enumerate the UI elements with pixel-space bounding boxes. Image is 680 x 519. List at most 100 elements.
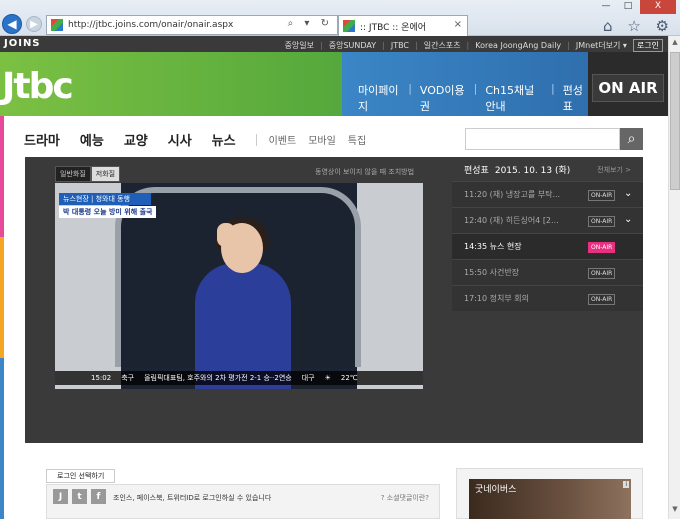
menu-news[interactable]: 뉴스	[212, 130, 236, 149]
schedule-item[interactable]: 17:10 정치부 회의 ON-AIR	[452, 285, 643, 311]
ticker-category: 축구	[121, 374, 135, 382]
onair-badge: ON-AIR	[588, 190, 616, 201]
chevron-down-icon[interactable]: ⌄	[624, 214, 632, 225]
social-icons: J t f	[53, 489, 106, 504]
schedule-item-text: 17:10 정치부 회의	[464, 294, 529, 303]
login-button[interactable]: 로그인	[632, 39, 663, 52]
header-onair-area: ON AIR	[588, 52, 668, 116]
link-kjd[interactable]: Korea JoongAng Daily	[475, 41, 561, 50]
onair-button[interactable]: ON AIR	[592, 74, 664, 102]
color-strip	[0, 116, 4, 519]
link-sunday[interactable]: 중앙SUNDAY	[329, 40, 376, 51]
ad-info-icon[interactable]: i	[623, 481, 629, 488]
joins-icon[interactable]: J	[53, 489, 68, 504]
link-more[interactable]: JMnet더보기 ▾	[576, 40, 627, 51]
facebook-icon[interactable]: f	[91, 489, 106, 504]
main-menu: 드라마 예능 교양 시사 뉴스 이벤트 모바일 특집	[24, 130, 378, 149]
link-mypage[interactable]: 마이페이지	[358, 82, 400, 114]
link-schedule[interactable]: 편성표	[563, 82, 588, 114]
search-refresh-icon[interactable]: ⌕ ▾ ↻	[288, 18, 333, 29]
search-icon[interactable]: ⌕	[620, 128, 643, 150]
scroll-thumb[interactable]	[670, 52, 680, 190]
link-ilgan[interactable]: 일간스포츠	[424, 40, 461, 51]
schedule-item[interactable]: 12:40 (재) 히든싱어4 [2... ON-AIR ⌄	[452, 207, 643, 233]
ticker-city: 대구	[301, 374, 315, 382]
site-header: Jtbc 마이페이지 | VOD이용권 | Ch15채널안내 | 편성표 ON AIR	[0, 52, 668, 116]
browser-tab[interactable]: :: JTBC :: 온에어 ×	[338, 15, 468, 36]
search-input[interactable]	[465, 128, 620, 150]
link-joongang[interactable]: 중앙일보	[285, 40, 314, 51]
schedule-title: 편성표	[464, 165, 489, 176]
close-button[interactable]: X	[640, 0, 676, 14]
video-help-link[interactable]: 동영상이 보이지 않을 때 조치방법	[315, 167, 414, 177]
news-ticker: 15:02 축구 올림픽대표팀, 호주와의 2차 평가전 2-1 승··2연승 …	[55, 371, 423, 385]
ad-banner[interactable]: 굿네이버스 i	[469, 479, 631, 519]
schedule-item-text: 14:35 뉴스 현장	[464, 242, 522, 251]
schedule-item[interactable]: 11:20 (재) 냉장고를 부탁... ON-AIR ⌄	[452, 181, 643, 207]
ad-brand: 굿네이버스	[475, 485, 517, 495]
social-help-link[interactable]: ? 소셜댓글이란?	[381, 493, 429, 503]
page-scrollbar[interactable]: ▲ ▼	[668, 36, 680, 519]
waving-hand	[217, 223, 235, 247]
header-links-area: 마이페이지 | VOD이용권 | Ch15채널안내 | 편성표	[342, 52, 588, 116]
social-login-text: 조인스, 페이스북, 트위터ID로 로그인하실 수 있습니다	[113, 494, 272, 502]
minimize-button[interactable]: —	[596, 0, 616, 14]
login-tooltip: 로그인 선택하기	[46, 469, 116, 483]
header-logo-area: Jtbc	[0, 52, 342, 116]
maximize-button[interactable]: □	[618, 0, 638, 14]
home-star-gear-icon[interactable]: ⌂ ☆ ⚙	[603, 17, 674, 35]
url-text: http://jtbc.joins.com/onair/onair.aspx	[68, 20, 234, 30]
video-frame[interactable]: 뉴스현장 | 청와대 동행 박 대통령 오늘 방미 위해 출국 15:02 축구…	[55, 183, 423, 389]
menu-mobile[interactable]: 모바일	[308, 132, 336, 147]
chevron-down-icon[interactable]: ⌄	[624, 188, 632, 199]
schedule-item-text: 11:20 (재) 냉장고를 부탁...	[464, 190, 561, 199]
link-vod[interactable]: VOD이용권	[420, 82, 466, 114]
ad-area: 굿네이버스 i	[456, 468, 643, 519]
schedule-item-current[interactable]: 14:35 뉴스 현장 ON-AIR	[452, 233, 643, 259]
onair-badge: ON-AIR	[588, 268, 616, 279]
schedule-item[interactable]: 15:50 사건반장 ON-AIR	[452, 259, 643, 285]
tab-title: :: JTBC :: 온에어	[360, 22, 427, 33]
back-button[interactable]: ◀	[2, 14, 22, 34]
menu-event[interactable]: 이벤트	[269, 132, 297, 147]
site-favicon-icon	[51, 19, 63, 31]
joins-logo[interactable]: JOINS	[4, 38, 41, 49]
link-jtbc[interactable]: JTBC	[391, 41, 409, 50]
ticker-time: 15:02	[91, 374, 112, 382]
browser-chrome: ◀ ▶ http://jtbc.joins.com/onair/onair.as…	[0, 0, 680, 36]
schedule-header: 편성표 2015. 10. 13 (화) 전체보기 >	[452, 157, 643, 181]
window-controls: — □ X	[596, 0, 676, 14]
caption-headline: 박 대통령 오늘 방미 위해 출국	[59, 206, 157, 218]
caption-program: 뉴스현장 | 청와대 동행	[59, 193, 151, 205]
menu-current[interactable]: 시사	[168, 130, 192, 149]
menu-variety[interactable]: 예능	[80, 130, 104, 149]
menu-culture[interactable]: 교양	[124, 130, 148, 149]
schedule-all-link[interactable]: 전체보기 >	[597, 165, 631, 175]
address-bar[interactable]: http://jtbc.joins.com/onair/onair.aspx ⌕…	[46, 15, 338, 35]
menu-drama[interactable]: 드라마	[24, 130, 60, 149]
scroll-down-icon[interactable]: ▼	[670, 505, 680, 517]
onair-badge: ON-AIR	[588, 294, 616, 305]
forward-button[interactable]: ▶	[26, 16, 42, 32]
tab-favicon-icon	[343, 20, 355, 32]
joins-topbar: JOINS 중앙일보 | 중앙SUNDAY | JTBC | 일간스포츠 | Korea…	[0, 36, 668, 52]
quality-low[interactable]: 저화질	[90, 166, 121, 182]
onair-badge: ON-AIR	[588, 216, 616, 227]
news-caption: 뉴스현장 | 청와대 동행 박 대통령 오늘 방미 위해 출국	[59, 193, 157, 218]
social-login-bar: J t f 조인스, 페이스북, 트위터ID로 로그인하실 수 있습니다 ? 소…	[46, 484, 440, 519]
scroll-up-icon[interactable]: ▲	[670, 38, 680, 50]
quality-normal[interactable]: 일반화질	[55, 166, 91, 182]
tab-close-icon[interactable]: ×	[454, 19, 462, 30]
network-links: 중앙일보 | 중앙SUNDAY | JTBC | 일간스포츠 | Korea Joong…	[285, 39, 663, 52]
menu-special[interactable]: 특집	[348, 132, 366, 147]
schedule-date: 2015. 10. 13 (화)	[494, 165, 571, 176]
ticker-temp: 22℃	[340, 374, 358, 382]
sun-icon: ☀	[324, 374, 331, 382]
link-channel[interactable]: Ch15채널안내	[485, 82, 543, 114]
jtbc-logo[interactable]: Jtbc	[2, 66, 74, 107]
onair-live-badge: ON-AIR	[588, 242, 616, 253]
schedule-item-text: 12:40 (재) 히든싱어4 [2...	[464, 216, 559, 225]
schedule-item-text: 15:50 사건반장	[464, 268, 520, 277]
twitter-icon[interactable]: t	[72, 489, 87, 504]
quality-selector: 일반화질 저화질	[55, 166, 121, 182]
